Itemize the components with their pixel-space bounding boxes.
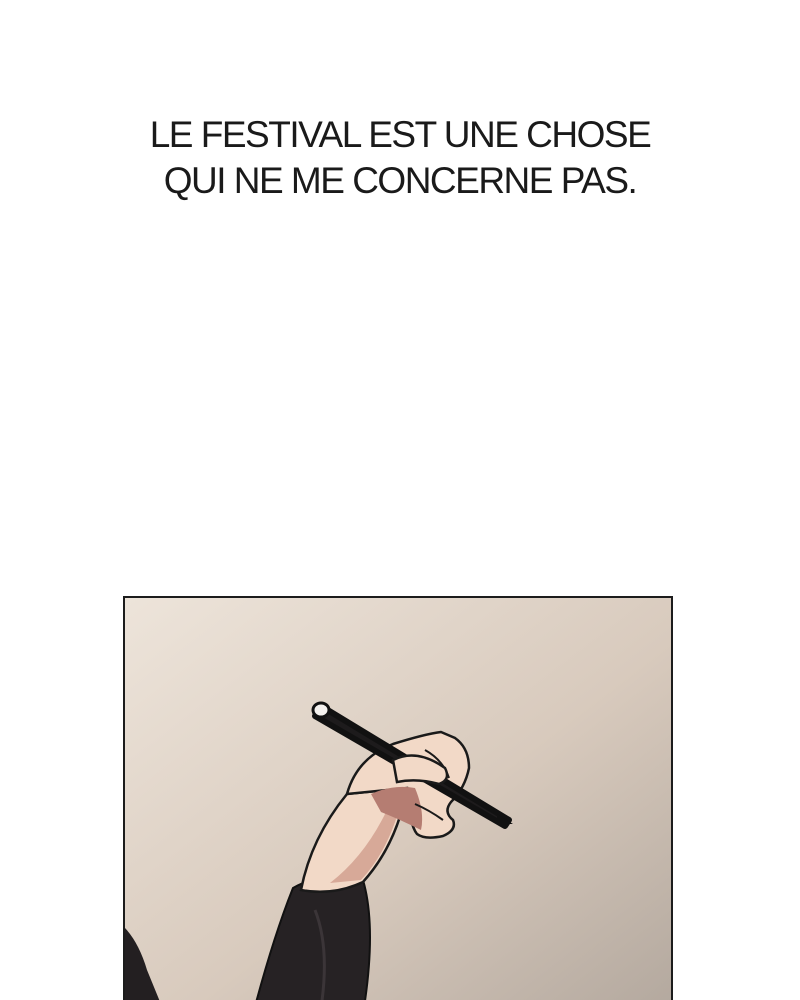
caption-line-2: QUI NE ME CONCERNE PAS. — [163, 160, 638, 201]
marker-cap-end — [311, 701, 331, 719]
comic-panel — [123, 596, 673, 1000]
hand-holding-marker-illustration — [125, 598, 671, 1000]
comic-page: LE FESTIVAL EST UNE CHOSE QUI NE ME CONC… — [0, 0, 800, 1000]
narration-caption: LE FESTIVAL EST UNE CHOSE QUI NE ME CONC… — [0, 112, 800, 204]
caption-line-1: LE FESTIVAL EST UNE CHOSE — [149, 114, 652, 155]
